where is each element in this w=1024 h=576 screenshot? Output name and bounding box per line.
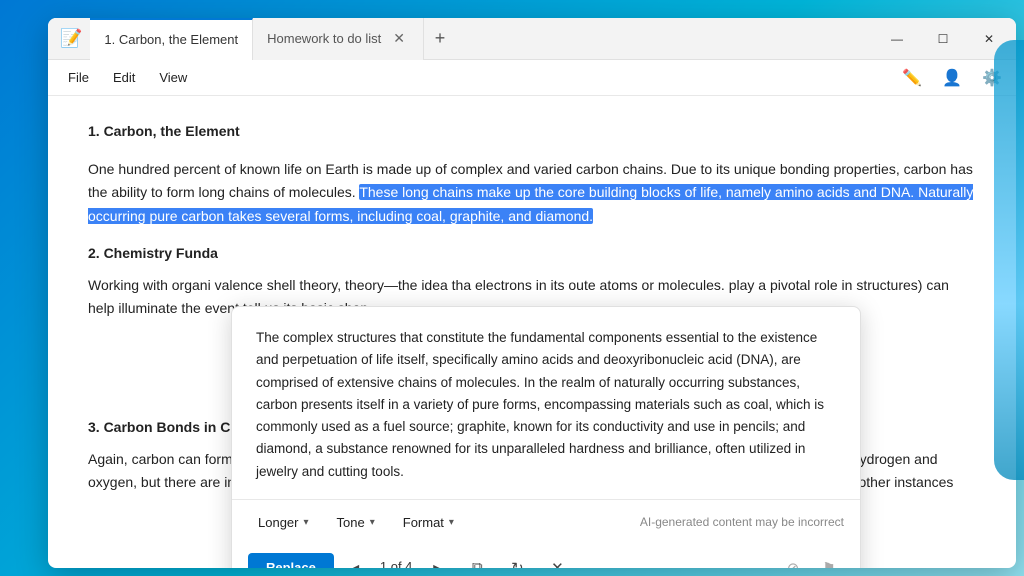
doc-title: 1. Carbon, the Element: [88, 120, 976, 142]
tab-carbon-label: 1. Carbon, the Element: [104, 32, 238, 47]
next-suggestion-button[interactable]: ►: [422, 553, 452, 568]
ai-suggestion-card: The complex structures that constitute t…: [231, 306, 861, 568]
ai-card-footer: Longer ▾ Tone ▾ Format ▾ AI-generated co…: [232, 499, 860, 545]
ai-disclaimer: AI-generated content may be incorrect: [640, 513, 844, 532]
menu-edit[interactable]: Edit: [101, 66, 147, 89]
title-bar: 📝 1. Carbon, the Element Homework to do …: [48, 18, 1016, 60]
prev-suggestion-button[interactable]: ◄: [340, 553, 370, 568]
longer-label: Longer: [258, 515, 298, 530]
format-dropdown[interactable]: Format ▾: [393, 510, 464, 535]
menu-bar: File Edit View ✏️ 👤 ⚙️: [48, 60, 1016, 96]
close-ai-button[interactable]: ✕: [542, 553, 572, 568]
tab-carbon[interactable]: 1. Carbon, the Element: [90, 18, 253, 60]
tone-dropdown[interactable]: Tone ▾: [327, 510, 385, 535]
ai-card-body: The complex structures that constitute t…: [232, 307, 860, 499]
flag-icon[interactable]: ⚑: [814, 553, 844, 568]
copy-button[interactable]: ⧉: [462, 553, 492, 568]
tab-homework[interactable]: Homework to do list ✕: [253, 18, 424, 60]
document-area: 1. Carbon, the Element One hundred perce…: [48, 96, 1016, 568]
tab-homework-label: Homework to do list: [267, 31, 381, 46]
menu-file[interactable]: File: [56, 66, 101, 89]
blue-blob-decoration: [994, 40, 1024, 480]
longer-dropdown[interactable]: Longer ▾: [248, 510, 319, 535]
toolbar-right: ✏️ 👤 ⚙️: [896, 62, 1008, 94]
ai-generated-text: The complex structures that constitute t…: [256, 330, 824, 479]
profile-icon-btn[interactable]: 👤: [936, 62, 968, 94]
tab-homework-close[interactable]: ✕: [389, 28, 409, 49]
main-window: 📝 1. Carbon, the Element Homework to do …: [48, 18, 1016, 568]
format-label: Format: [403, 515, 444, 530]
section-2-title: 2. Chemistry Funda: [88, 242, 976, 264]
doc-para-1: One hundred percent of known life on Ear…: [88, 158, 976, 227]
tone-chevron: ▾: [370, 517, 375, 528]
menu-view[interactable]: View: [147, 66, 199, 89]
thumbs-down-icon[interactable]: ⊘: [778, 553, 808, 568]
maximize-button[interactable]: ☐: [920, 23, 966, 55]
app-icon: 📝: [60, 28, 82, 49]
window-controls: — ☐ ✕: [874, 23, 1012, 55]
longer-chevron: ▾: [303, 517, 308, 528]
tab-add-button[interactable]: +: [424, 23, 456, 55]
tone-label: Tone: [337, 515, 365, 530]
format-chevron: ▾: [449, 517, 454, 528]
minimize-button[interactable]: —: [874, 23, 920, 55]
ai-card-actions: Replace ◄ 1 of 4 ► ⧉ ↻ ✕ ⊘ ⚑: [232, 545, 860, 568]
edit-icon-btn[interactable]: ✏️: [896, 62, 928, 94]
refresh-button[interactable]: ↻: [502, 553, 532, 568]
replace-button[interactable]: Replace: [248, 553, 334, 568]
suggestion-count: 1 of 4: [376, 557, 417, 568]
